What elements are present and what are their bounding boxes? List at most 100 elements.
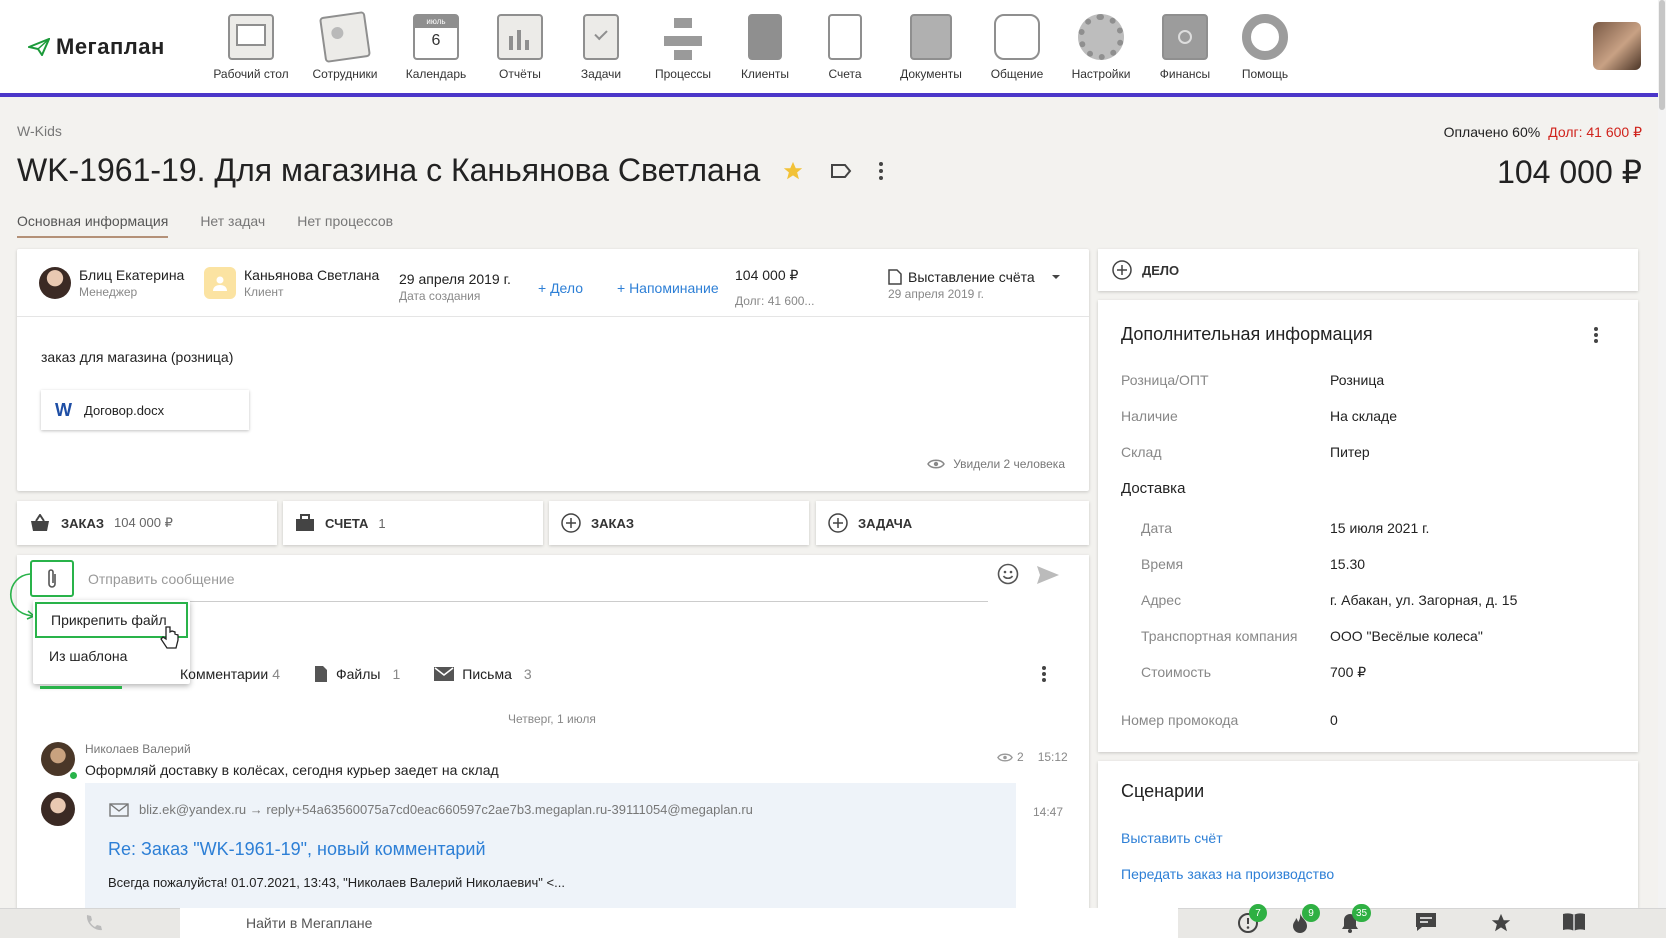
page-title: WK-1961-19. Для магазина с Каньянова Све… <box>17 152 761 188</box>
comment-author[interactable]: Николаев Валерий <box>85 742 191 756</box>
more-vertical-icon[interactable] <box>1593 326 1599 344</box>
nav-help[interactable]: Помощь <box>1225 14 1305 81</box>
tag-icon[interactable] <box>830 162 852 180</box>
tab-main-info[interactable]: Основная информация <box>17 213 169 238</box>
main-nav: Рабочий стол Сотрудники июль 6 Календарь О… <box>205 11 1305 81</box>
alerts-badge: 7 <box>1249 904 1267 922</box>
delivery-title: Доставка <box>1121 480 1186 497</box>
top-bar: Мегаплан Рабочий стол Сотрудники июль 6 Ка… <box>0 0 1666 97</box>
invoices-tile[interactable]: СЧЕТА 1 <box>283 501 543 545</box>
add-task-tile[interactable]: ЗАДАЧА <box>816 501 1089 545</box>
nav-calendar[interactable]: июль 6 Календарь <box>393 14 479 81</box>
nav-settings[interactable]: Настройки <box>1057 14 1145 81</box>
tab-letters[interactable]: Письма 3 <box>434 666 532 682</box>
chat-icon <box>994 14 1040 60</box>
scrollbar-thumb[interactable] <box>1659 0 1665 110</box>
settings-icon <box>1078 14 1124 60</box>
page-scrollbar[interactable] <box>1658 0 1666 938</box>
client[interactable]: Каньянова Светлана Клиент <box>204 267 379 299</box>
seen-by[interactable]: Увидели 2 человека <box>927 457 1065 471</box>
order-tile[interactable]: ЗАКАЗ 104 000 ₽ <box>17 501 277 545</box>
invoice-doc-icon <box>888 269 902 285</box>
processes-icon <box>660 14 706 60</box>
deal-info-card: Блиц Екатерина Менеджер Каньянова Светлан… <box>17 249 1089 491</box>
add-order-tile[interactable]: ЗАКАЗ <box>549 501 809 545</box>
favorites-button[interactable] <box>1490 912 1514 934</box>
tab-files[interactable]: Файлы 1 <box>314 665 400 683</box>
feed-more-icon[interactable] <box>1041 665 1047 683</box>
stage-date: 29 апреля 2019 г. <box>888 287 984 301</box>
feed-day-separator: Четверг, 1 июля <box>508 712 596 726</box>
mail-subject[interactable]: Re: Заказ "WK-1961-19", новый комментари… <box>108 839 486 860</box>
scenario-invoice-link[interactable]: Выставить счёт <box>1121 830 1223 846</box>
comment-meta: 2 15:12 <box>997 750 1068 764</box>
hot-button[interactable]: 9 <box>1290 904 1320 934</box>
desktop-icon <box>228 14 274 60</box>
nav-documents[interactable]: Документы <box>885 14 977 81</box>
breadcrumb[interactable]: W-Kids <box>17 123 62 139</box>
scenario-production-link[interactable]: Передать заказ на производство <box>1121 866 1334 882</box>
sum-block: 104 000 ₽ Долг: 41 600... <box>735 267 814 308</box>
eye-icon <box>927 459 946 469</box>
clients-icon <box>748 14 782 60</box>
paper-plane-icon <box>28 38 50 56</box>
nav-reports[interactable]: Отчёты <box>479 14 561 81</box>
messages-button[interactable] <box>1415 912 1439 934</box>
send-icon[interactable] <box>1036 565 1060 585</box>
add-delo-card[interactable]: ДЕЛО <box>1098 249 1638 291</box>
nav-chat[interactable]: Общение <box>977 14 1057 81</box>
deal-description: заказ для магазина (розница) <box>41 349 234 365</box>
nav-desktop[interactable]: Рабочий стол <box>205 14 297 81</box>
logo[interactable]: Мегаплан <box>28 34 165 60</box>
deal-amount: 104 000 ₽ <box>1497 154 1642 190</box>
manager[interactable]: Блиц Екатерина Менеджер <box>39 267 184 299</box>
mail-time: 14:47 <box>1033 805 1064 819</box>
briefcase-icon <box>296 514 314 531</box>
tab-tasks[interactable]: Нет задач <box>200 213 265 238</box>
eye-icon <box>997 753 1013 761</box>
word-icon: W <box>55 399 72 420</box>
global-search[interactable]: Найти в Мегаплане <box>180 908 1178 938</box>
message-icon <box>1416 913 1436 931</box>
feed-tabs: Комментарии 4 Файлы 1 Письма 3 <box>180 665 532 683</box>
attached-file[interactable]: W Договор.docx <box>41 390 249 430</box>
logo-text: Мегаплан <box>56 34 165 59</box>
hand-cursor-icon <box>160 626 179 649</box>
nav-tasks[interactable]: Задачи <box>561 14 641 81</box>
stage-select[interactable]: Выставление счёта 29 апреля 2019 г. <box>888 269 1061 301</box>
add-action-link[interactable]: + Дело <box>538 280 583 296</box>
nav-invoices[interactable]: Счета <box>805 14 885 81</box>
notifications-button[interactable]: 35 <box>1340 904 1372 934</box>
nav-employees[interactable]: Сотрудники <box>297 11 393 81</box>
file-icon <box>314 666 327 682</box>
created-date: 29 апреля 2019 г. Дата создания <box>399 271 511 303</box>
client-role: Клиент <box>244 285 284 299</box>
employees-icon <box>319 11 371 63</box>
online-status-dot <box>69 771 78 780</box>
mail-author-avatar[interactable] <box>41 792 75 826</box>
divider <box>17 316 1089 317</box>
emoji-icon[interactable] <box>997 563 1019 585</box>
stage-name: Выставление счёта <box>908 269 1035 285</box>
phone-icon[interactable] <box>84 914 102 932</box>
star-icon[interactable] <box>782 160 804 182</box>
tab-processes[interactable]: Нет процессов <box>297 213 393 238</box>
add-reminder-link[interactable]: + Напоминание <box>617 280 719 296</box>
alerts-button[interactable]: 7 <box>1237 904 1267 934</box>
email-message[interactable]: bliz.ek@yandex.ru → reply+54a63560075a7c… <box>85 783 1016 910</box>
message-input[interactable]: Отправить сообщение <box>88 571 988 602</box>
nav-finance[interactable]: Финансы <box>1145 14 1225 81</box>
more-vertical-icon[interactable] <box>878 161 884 181</box>
nav-clients[interactable]: Клиенты <box>725 14 805 81</box>
nav-processes[interactable]: Процессы <box>641 14 725 81</box>
user-avatar[interactable] <box>1593 22 1641 70</box>
star-icon <box>1491 913 1511 932</box>
client-name: Каньянова Светлана <box>244 267 380 283</box>
sum-value: 104 000 ₽ <box>735 267 799 283</box>
tab-comments[interactable]: Комментарии 4 <box>180 666 280 682</box>
book-button[interactable] <box>1562 912 1586 934</box>
client-avatar <box>204 267 236 299</box>
tasks-icon <box>583 14 619 60</box>
mail-icon <box>434 667 455 681</box>
comment-text: Оформляй доставку в колёсах, сегодня кур… <box>85 762 499 778</box>
